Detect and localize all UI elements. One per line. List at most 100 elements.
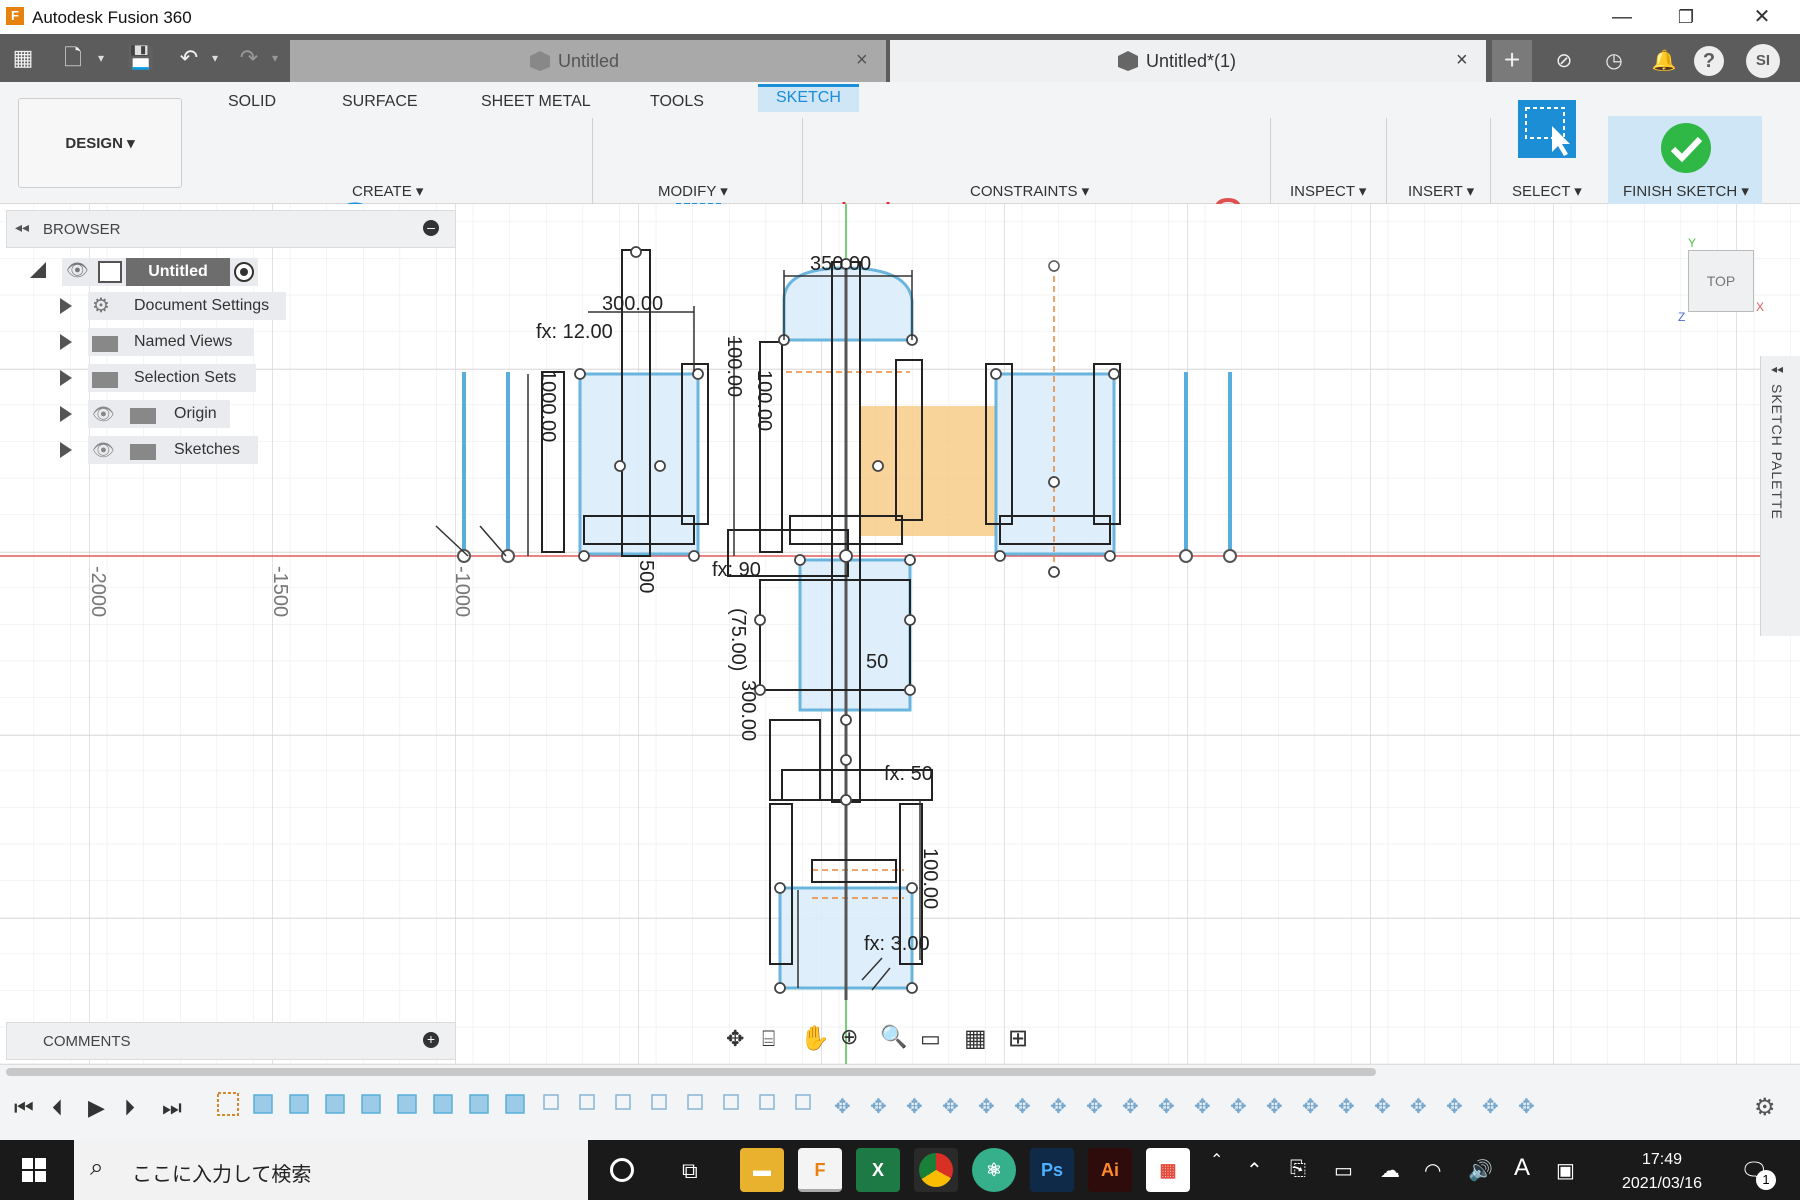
job-status-icon[interactable]: ◷ [1596,43,1632,79]
finish-sketch-menu[interactable]: FINISH SKETCH ▾ [1623,182,1749,200]
wifi-icon[interactable]: ◠ [1424,1158,1441,1183]
sketch-viewport[interactable]: -2000 -1500 -1000 350.00 300.00 fx: 12.0… [0,204,1800,1064]
minimize-button[interactable]: — [1596,0,1648,34]
close-window-button[interactable]: ✕ [1736,0,1788,34]
taskbar-scroll-icon[interactable]: ⌃ [1210,1150,1223,1170]
create-menu[interactable]: CREATE ▾ [352,182,423,200]
display-settings-icon[interactable]: ▭ [920,1026,941,1052]
sketch-canvas[interactable]: -2000 -1500 -1000 350.00 300.00 fx: 12.0… [0,204,1800,1064]
tab-untitled[interactable]: Untitled × [290,40,886,82]
new-tab-button[interactable]: + [1492,40,1532,82]
cortana-icon[interactable] [610,1158,634,1182]
tab-sheet-metal[interactable]: SHEET METAL [463,90,609,118]
collapse-browser-icon[interactable]: ◂◂ [15,219,29,236]
viewports-icon[interactable]: ⊞ [1008,1024,1028,1053]
go-to-end-icon[interactable]: ⏭ [162,1095,182,1121]
notifications-icon[interactable]: 🔔 [1646,43,1682,79]
tab-solid[interactable]: SOLID [210,90,294,118]
step-back-icon[interactable]: ⏴ [52,1095,63,1121]
orbit-icon[interactable]: ✥ [726,1026,744,1052]
play-icon[interactable]: ▶ [88,1095,105,1121]
look-at-icon[interactable]: ⌸ [762,1026,775,1052]
data-panel-icon[interactable]: ⊘ [1546,43,1582,79]
file-explorer-icon[interactable]: ▬ [740,1148,784,1192]
add-comment-icon[interactable]: + [423,1032,439,1048]
user-avatar[interactable]: SI [1746,44,1780,78]
expand-root-icon[interactable] [30,262,46,278]
tab-untitled-1[interactable]: Untitled*(1) × [890,40,1486,82]
browser-item-selection-sets[interactable]: Selection Sets [88,364,256,392]
visibility-eye-icon[interactable]: 👁 [92,436,115,464]
visibility-eye-icon[interactable]: 👁 [92,400,115,428]
expand-icon[interactable] [60,370,72,386]
task-view-icon[interactable]: ⧉ [682,1158,698,1184]
sketch-profile[interactable] [578,372,700,556]
taskbar-search-box[interactable]: ⌕ ここに入力して検索 [74,1140,588,1200]
atom-icon[interactable]: ⚛ [972,1148,1016,1192]
go-to-start-icon[interactable]: ⏮ [14,1095,34,1121]
canvas-horizontal-scrollbar[interactable] [6,1068,1376,1076]
illustrator-icon[interactable]: Ai [1088,1148,1132,1192]
browser-minus-icon[interactable]: – [423,220,439,236]
viewcube[interactable]: TOP [1688,250,1754,312]
sketch-profile[interactable] [782,266,914,342]
chrome-icon[interactable] [914,1148,958,1192]
workspace-switcher-button[interactable]: DESIGN ▾ [18,98,182,188]
photoshop-icon[interactable]: Ps [1030,1148,1074,1192]
browser-item-origin[interactable]: 👁 Origin [88,400,230,428]
tab-close-icon[interactable]: × [856,49,868,72]
constraints-menu[interactable]: CONSTRAINTS ▾ [970,182,1089,200]
save-icon[interactable]: 💾 [126,44,156,72]
browser-root-row[interactable]: 👁 Untitled [62,258,258,286]
timeline-features[interactable]: ✥ ✥ ✥ ✥ ✥ ✥ ✥ ✥ ✥ ✥ ✥ ✥ ✥ ✥ ✥ ✥ ✥ ✥ ✥ ✥ [214,1087,1714,1123]
browser-item-document-settings[interactable]: ⚙ Document Settings [88,292,286,320]
expand-palette-icon[interactable]: ◂◂ [1771,362,1783,376]
file-menu-icon[interactable]: 🗋 [58,44,88,72]
select-tool-icon[interactable] [1518,100,1576,158]
ime-mode-indicator[interactable]: A [1514,1154,1530,1182]
pan-icon[interactable]: ✋ [800,1024,830,1053]
finish-sketch-check-icon[interactable] [1660,122,1712,174]
tab-sketch[interactable]: SKETCH [758,84,859,112]
grid-settings-icon[interactable]: ▦ [964,1024,987,1053]
store-icon[interactable]: ▦ [1146,1148,1190,1192]
modify-menu[interactable]: MODIFY ▾ [658,182,728,200]
expand-icon[interactable] [60,406,72,422]
sketch-palette-tab[interactable]: ◂◂ SKETCH PALETTE [1760,356,1800,636]
tab-close-icon[interactable]: × [1456,49,1468,72]
inspect-menu[interactable]: INSPECT ▾ [1290,182,1366,200]
fit-icon[interactable]: 🔍 [880,1024,907,1050]
browser-item-named-views[interactable]: Named Views [88,328,254,356]
fusion360-taskbar-icon[interactable]: F [798,1148,842,1192]
taskbar-clock[interactable]: 17:49 2021/03/16 [1606,1148,1718,1196]
show-hidden-icons[interactable]: ⌃ [1246,1158,1263,1183]
file-dropdown-icon[interactable]: ▾ [86,44,116,72]
expand-icon[interactable] [60,298,72,314]
expand-icon[interactable] [60,442,72,458]
excel-icon[interactable]: X [856,1148,900,1192]
windows-start-icon[interactable] [22,1158,46,1182]
insert-menu[interactable]: INSERT ▾ [1408,182,1474,200]
activate-radio-icon[interactable] [234,262,254,282]
zoom-icon[interactable]: ⊕ [840,1024,858,1050]
tab-surface[interactable]: SURFACE [324,90,436,118]
undo-dropdown-icon[interactable]: ▾ [200,44,230,72]
browser-item-sketches[interactable]: 👁 Sketches [88,436,258,464]
sketch-profile[interactable] [994,372,1116,556]
volume-icon[interactable]: 🔊 [1468,1158,1493,1183]
help-icon[interactable]: ? [1694,46,1724,76]
tab-tools[interactable]: TOOLS [632,90,722,118]
ime-settings-icon[interactable]: ▣ [1556,1158,1575,1183]
visibility-eye-icon[interactable]: 👁 [66,260,89,281]
onedrive-icon[interactable]: ☁ [1380,1158,1400,1183]
restore-button[interactable]: ❐ [1660,0,1712,34]
sketch-profile[interactable] [798,558,912,712]
meet-now-icon[interactable]: ⎘ [1290,1158,1306,1181]
ribbon-divider [1490,118,1491,214]
step-forward-icon[interactable]: ⏵ [124,1095,135,1121]
timeline-settings-gear-icon[interactable]: ⚙ [1754,1093,1776,1122]
select-menu[interactable]: SELECT ▾ [1512,182,1582,200]
redo-dropdown-icon[interactable]: ▾ [260,44,290,72]
expand-icon[interactable] [60,334,72,350]
app-grid-icon[interactable]: ▦ [8,44,38,72]
